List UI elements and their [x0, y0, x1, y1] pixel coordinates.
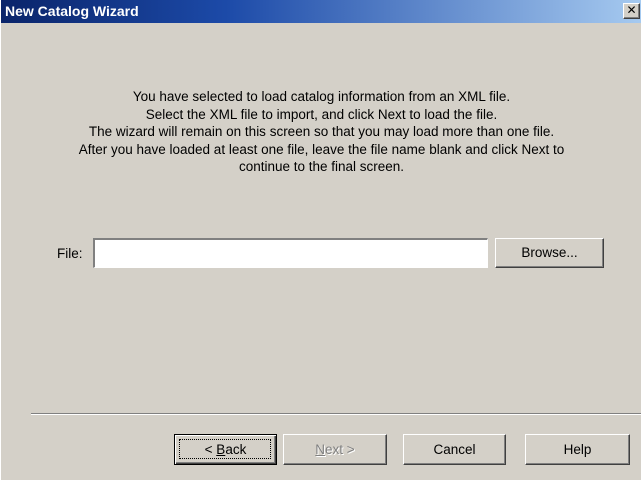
cancel-button[interactable]: Cancel: [403, 434, 506, 465]
instruction-line: After you have loaded at least one file,…: [78, 141, 565, 157]
back-rest: ack: [225, 442, 247, 457]
next-button[interactable]: Next >: [283, 434, 387, 465]
back-mnemonic: B: [216, 442, 226, 457]
next-rest: ext >: [325, 442, 355, 457]
back-button-label: < Back: [205, 442, 247, 457]
instruction-line: Select the XML file to import, and click…: [145, 106, 498, 122]
file-label: File:: [57, 246, 83, 261]
browse-button[interactable]: Browse...: [495, 238, 604, 268]
button-separator: [31, 413, 641, 415]
file-path-input[interactable]: [93, 238, 488, 268]
instruction-line: The wizard will remain on this screen so…: [88, 124, 555, 140]
instruction-line: continue to the final screen.: [238, 159, 405, 175]
instructions-text: You have selected to load catalog inform…: [21, 88, 622, 176]
wizard-window: New Catalog Wizard ✕ You have selected t…: [0, 0, 641, 480]
close-button[interactable]: ✕: [623, 3, 640, 19]
help-button[interactable]: Help: [525, 434, 630, 465]
back-prefix: <: [204, 442, 217, 457]
next-mnemonic: N: [315, 442, 326, 457]
close-icon: ✕: [626, 3, 637, 17]
instruction-line: You have selected to load catalog inform…: [132, 89, 511, 104]
back-button[interactable]: < Back: [174, 434, 277, 465]
window-title: New Catalog Wizard: [5, 3, 139, 19]
title-bar[interactable]: New Catalog Wizard ✕: [1, 0, 641, 23]
